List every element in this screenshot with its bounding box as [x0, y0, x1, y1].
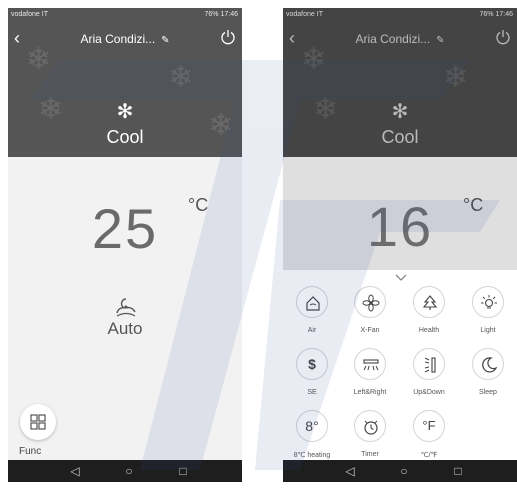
func-label: Air	[307, 327, 317, 334]
fan-mode-label[interactable]: Auto	[8, 319, 242, 339]
status-right: 76% 17:46	[204, 11, 238, 18]
x-fan-icon	[362, 294, 380, 312]
air-button[interactable]	[296, 286, 328, 318]
grid-icon	[30, 414, 46, 430]
func-air[interactable]: Air	[283, 286, 341, 344]
carrier-name: vodafone IT	[11, 11, 48, 18]
func-label: 8℃ heating	[293, 452, 331, 459]
func-label: Left&Right	[353, 389, 387, 396]
func-label: X-Fan	[360, 327, 380, 334]
status-bar: vodafone IT 76% 17:46	[8, 8, 242, 22]
chevron-down-icon[interactable]	[395, 274, 407, 282]
func-sleep[interactable]: Sleep	[459, 348, 517, 406]
android-nav-bar: ◁ ○ □	[283, 460, 517, 482]
temperature-unit: °C	[188, 195, 209, 215]
func-label: Timer	[361, 451, 379, 458]
left-right-swing-icon	[363, 359, 379, 371]
app-header: ‹ Aria Condizi... ✎	[8, 28, 242, 52]
func-light[interactable]: Light	[459, 286, 517, 344]
func-left-right[interactable]: Left&Right	[341, 348, 399, 406]
cool-snowflake-icon[interactable]: ✻	[8, 102, 242, 122]
function-panel: Air X-Fan Health Light $ SE Left&Right U…	[283, 270, 517, 460]
up-down-button[interactable]	[413, 348, 445, 380]
timer-button[interactable]	[354, 410, 386, 442]
func-health[interactable]: Health	[400, 286, 458, 344]
snowflake-bg-icon: ❄	[168, 61, 194, 94]
light-button[interactable]	[472, 286, 504, 318]
heating-8c-button[interactable]: 8°	[296, 410, 328, 442]
nav-home-icon[interactable]: ○	[121, 463, 137, 479]
android-nav-bar: ◁ ○ □	[8, 460, 242, 482]
unit-switch-button[interactable]: °F	[413, 410, 445, 442]
nav-recents-icon[interactable]: □	[450, 463, 466, 479]
se-button[interactable]: $	[296, 348, 328, 380]
heating-8c-icon: 8°	[305, 418, 319, 434]
nav-back-icon[interactable]: ◁	[342, 463, 358, 479]
health-icon	[422, 295, 438, 310]
phone-screen-main: vodafone IT 76% 17:46 ❄ ❄ ❄ ❄ ‹ Aria Con…	[8, 8, 242, 482]
sleep-button[interactable]	[472, 348, 504, 380]
power-icon[interactable]	[220, 28, 236, 46]
air-icon	[306, 296, 320, 311]
func-x-fan[interactable]: X-Fan	[341, 286, 399, 344]
health-button[interactable]	[413, 286, 445, 318]
timer-icon	[364, 420, 378, 435]
nav-home-icon[interactable]: ○	[396, 463, 412, 479]
phone-screen-functions: vodafone IT 76% 17:46 ❄ ❄ ❄ ‹ Aria Condi…	[283, 8, 517, 482]
device-title: Aria Condizi... ✎	[8, 32, 242, 46]
func-label: Health	[418, 327, 440, 334]
device-name: Aria Condizi...	[80, 32, 156, 46]
func-label: Light	[480, 327, 496, 334]
unit-switch-icon: °F	[422, 418, 436, 433]
edit-pencil-icon[interactable]: ✎	[161, 35, 169, 46]
func-se[interactable]: $ SE	[283, 348, 341, 406]
func-label: SE	[307, 389, 317, 396]
x-fan-button[interactable]	[354, 286, 386, 318]
se-dollar-icon: $	[308, 356, 316, 372]
func-label: Up&Down	[413, 389, 445, 396]
nav-back-icon[interactable]: ◁	[67, 463, 83, 479]
func-label: Sleep	[479, 389, 497, 396]
func-label: ℃/℉	[420, 452, 438, 459]
up-down-swing-icon	[424, 357, 436, 373]
mode-label[interactable]: Cool	[8, 127, 242, 148]
left-right-button[interactable]	[354, 348, 386, 380]
func-label: Func	[19, 446, 42, 457]
nav-recents-icon[interactable]: □	[175, 463, 191, 479]
dim-overlay	[283, 8, 517, 270]
sleep-icon	[482, 357, 498, 373]
light-icon	[481, 295, 497, 309]
func-up-down[interactable]: Up&Down	[400, 348, 458, 406]
func-button[interactable]	[20, 404, 56, 440]
mode-header: vodafone IT 76% 17:46 ❄ ❄ ❄ ❄ ‹ Aria Con…	[8, 8, 242, 157]
fan-speed-icon[interactable]	[114, 296, 138, 318]
